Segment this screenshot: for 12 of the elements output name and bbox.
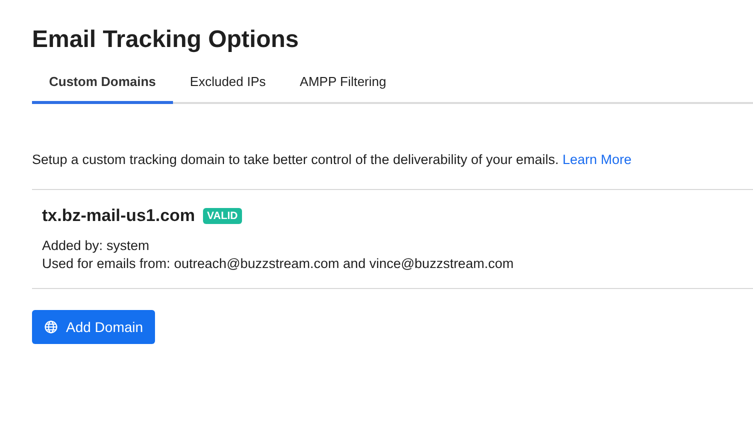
learn-more-link[interactable]: Learn More <box>562 152 632 167</box>
tab[interactable]: Excluded IPs <box>172 74 283 104</box>
tab[interactable]: Custom Domains <box>32 74 173 104</box>
domain-name: tx.bz-mail-us1.com <box>42 206 196 226</box>
add-domain-button[interactable]: Add Domain <box>32 310 156 344</box>
detail-text: Added by: system <box>42 237 150 255</box>
detail-text: Used for emails from: outreach@buzzstream.com and vince@buzzstream.com <box>42 255 515 273</box>
globe-icon <box>44 320 58 334</box>
page-title: Email Tracking Options <box>32 26 300 54</box>
description-text: Setup a custom tracking domain to take better control of the deliverability of your emails. Learn More <box>32 152 753 190</box>
tab[interactable]: AMPP Filtering <box>282 74 404 104</box>
status-badge: VALID <box>203 208 242 224</box>
